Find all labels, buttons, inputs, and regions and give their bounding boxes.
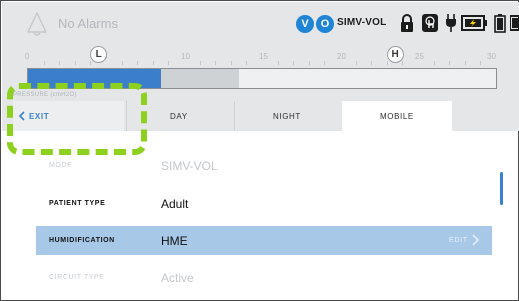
status-bar: No Alarms V O SIMV-VOL xyxy=(2,2,519,46)
alarm-status-text[interactable]: No Alarms xyxy=(58,16,118,31)
minor-tick xyxy=(371,61,373,65)
mode-label: MODE xyxy=(49,162,73,169)
tick-label: 15 xyxy=(259,52,268,61)
minor-tick xyxy=(386,61,388,65)
tab-mobile[interactable]: MOBILE xyxy=(342,101,452,131)
setting-row-mode: MODE SIMV-VOL xyxy=(36,151,492,180)
removable-battery-icon xyxy=(494,14,506,33)
chevron-right-icon xyxy=(472,234,480,246)
minor-tick xyxy=(480,61,482,65)
minor-tick xyxy=(293,61,295,65)
minor-tick xyxy=(355,61,357,65)
mode-value: SIMV-VOL xyxy=(161,159,218,173)
minor-tick xyxy=(199,61,201,65)
minor-tick xyxy=(90,61,92,65)
minor-tick xyxy=(230,61,232,65)
plug-icon xyxy=(446,14,456,32)
internal-battery-icon xyxy=(510,15,519,31)
scrollbar[interactable] xyxy=(500,172,503,205)
tick-label: 20 xyxy=(337,52,346,61)
minor-tick xyxy=(246,61,248,65)
minor-tick xyxy=(449,61,451,65)
minor-tick xyxy=(464,61,466,65)
tab-mobile-label: MOBILE xyxy=(380,112,414,121)
minor-tick xyxy=(402,61,404,65)
tick-label: 30 xyxy=(487,52,496,61)
patient-type-value: Adult xyxy=(161,197,189,211)
circuit-type-value: Active xyxy=(161,271,194,285)
bell-icon[interactable] xyxy=(25,11,49,37)
touch-lock-icon[interactable] xyxy=(421,13,439,33)
pressure-bar-peak xyxy=(160,69,239,88)
minor-tick xyxy=(74,61,76,65)
setting-row-patient-type[interactable]: PATIENT TYPE Adult xyxy=(36,189,492,218)
minor-tick xyxy=(433,61,435,65)
tick-label: 0 xyxy=(25,52,30,61)
setting-row-circuit-type: CIRCUIT TYPE Active xyxy=(36,263,492,292)
minor-tick xyxy=(215,61,217,65)
ventilator-screen: No Alarms V O SIMV-VOL 0 10 15 20 25 30 … xyxy=(0,0,519,301)
minor-tick xyxy=(121,61,123,65)
ventilation-mode-name: SIMV-VOL xyxy=(337,17,387,28)
humidification-label: HUMIDIFICATION xyxy=(49,237,115,244)
minor-tick xyxy=(43,61,45,65)
lock-icon[interactable] xyxy=(399,13,415,33)
setting-row-humidification[interactable]: HUMIDIFICATION HME EDIT xyxy=(36,226,492,255)
tab-night[interactable]: NIGHT xyxy=(234,101,341,131)
edit-button[interactable]: EDIT xyxy=(449,237,468,244)
humidification-value: HME xyxy=(161,234,188,248)
minor-tick xyxy=(308,61,310,65)
high-limit-marker[interactable]: H xyxy=(386,46,404,63)
tab-night-label: NIGHT xyxy=(273,112,301,121)
minor-tick xyxy=(152,61,154,65)
minor-tick xyxy=(324,61,326,65)
tick-label: 10 xyxy=(181,52,190,61)
minor-tick xyxy=(137,61,139,65)
exit-highlight-annotation xyxy=(7,83,147,155)
minor-tick xyxy=(59,61,61,65)
tick-label: 25 xyxy=(415,52,424,61)
patient-type-label: PATIENT TYPE xyxy=(49,200,106,207)
minor-tick xyxy=(168,61,170,65)
charging-battery-icon xyxy=(461,15,487,31)
minor-tick xyxy=(277,61,279,65)
mode-o-badge: O xyxy=(316,15,334,33)
tab-day-label: DAY xyxy=(170,112,188,121)
mode-v-badge: V xyxy=(296,15,314,33)
circuit-type-label: CIRCUIT TYPE xyxy=(49,274,105,281)
